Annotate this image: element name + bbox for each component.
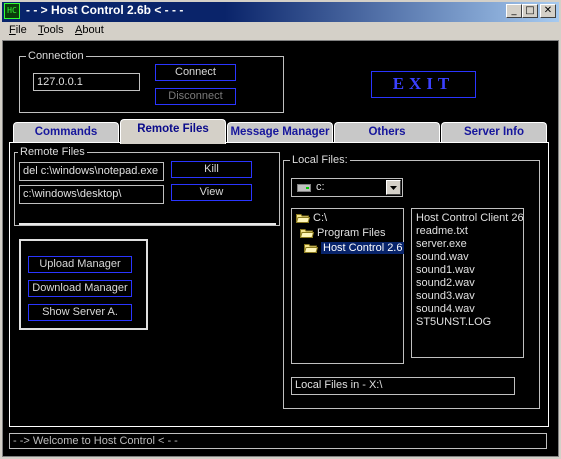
tab-server-info[interactable]: Server Info: [441, 122, 547, 142]
local-files-location: Local Files in - X:\: [291, 377, 515, 395]
open-folder-icon: [296, 213, 310, 224]
maximize-button[interactable]: □: [522, 4, 538, 18]
kill-path-input[interactable]: del c:\windows\notepad.exe: [19, 162, 164, 181]
window-title: - - > Host Control 2.6b < - - -: [26, 3, 184, 17]
host-address-input[interactable]: 127.0.0.1: [33, 73, 140, 91]
exit-button[interactable]: EXIT: [371, 71, 476, 98]
menu-file[interactable]: File: [9, 24, 27, 36]
connect-button[interactable]: Connect: [155, 64, 236, 81]
tree-item-program-files[interactable]: Program Files: [300, 226, 385, 241]
chevron-down-icon: [390, 186, 397, 190]
disconnect-button[interactable]: Disconnect: [155, 88, 236, 105]
file-list-item[interactable]: sound2.wav: [416, 277, 523, 290]
file-list-item[interactable]: server.exe: [416, 238, 523, 251]
minimize-button[interactable]: _: [506, 4, 522, 18]
close-button[interactable]: ✕: [540, 4, 556, 18]
file-list-item[interactable]: ST5UNST.LOG: [416, 316, 523, 329]
file-list-item[interactable]: Host Control Client 26b: [416, 212, 523, 225]
tab-others[interactable]: Others: [334, 122, 440, 142]
menu-tools[interactable]: Tools: [38, 24, 64, 36]
show-server-button[interactable]: Show Server A.: [28, 304, 132, 321]
drive-select-value: c:: [316, 181, 325, 193]
tree-item-host-control[interactable]: Host Control 2.6: [304, 241, 405, 256]
open-folder-icon: [300, 228, 314, 239]
kill-button[interactable]: Kill: [171, 161, 252, 178]
file-list-item[interactable]: readme.txt: [416, 225, 523, 238]
tab-commands[interactable]: Commands: [13, 122, 119, 142]
status-bar: - -> Welcome to Host Control < - -: [9, 433, 547, 449]
file-list-item[interactable]: sound4.wav: [416, 303, 523, 316]
view-path-input[interactable]: c:\windows\desktop\: [19, 185, 164, 204]
remote-files-group-label: Remote Files: [18, 146, 87, 158]
tab-message-manager[interactable]: Message Manager: [227, 122, 333, 142]
menu-about[interactable]: About: [75, 24, 104, 36]
view-button[interactable]: View: [171, 184, 252, 201]
open-folder-icon: [304, 243, 318, 254]
drive-icon: [297, 183, 311, 192]
connection-group-label: Connection: [26, 50, 86, 62]
tab-remote-files[interactable]: Remote Files: [120, 119, 226, 144]
upload-manager-button[interactable]: Upload Manager: [28, 256, 132, 273]
download-manager-button[interactable]: Download Manager: [28, 280, 132, 297]
divider: [19, 223, 276, 225]
file-list-item[interactable]: sound3.wav: [416, 290, 523, 303]
file-list-items: Host Control Client 26b readme.txt serve…: [416, 212, 523, 329]
file-list-item[interactable]: sound1.wav: [416, 264, 523, 277]
tree-item-c-root[interactable]: C:\: [296, 211, 327, 226]
drive-dropdown-button[interactable]: [386, 180, 401, 195]
local-files-group-label: Local Files:: [290, 154, 350, 166]
file-list-item[interactable]: sound.wav: [416, 251, 523, 264]
host-control-app-icon[interactable]: HC: [4, 3, 20, 19]
